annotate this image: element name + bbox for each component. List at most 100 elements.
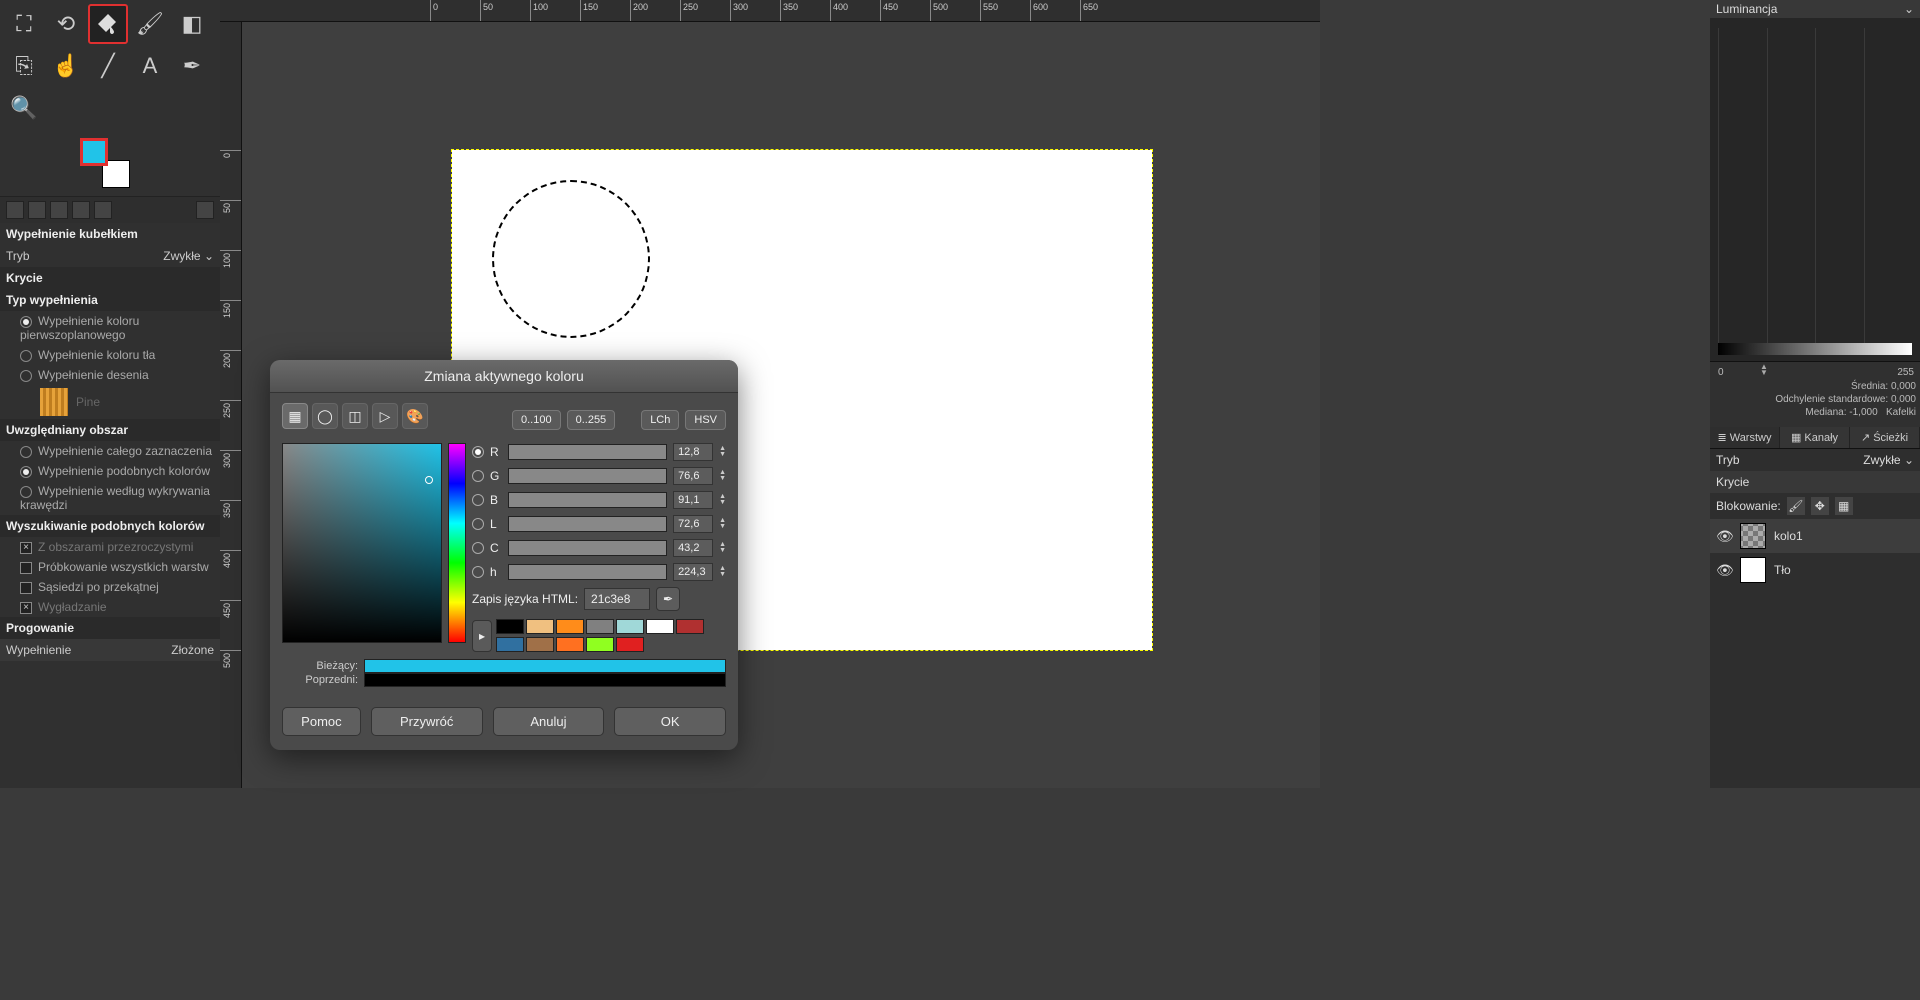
recent-color-swatch[interactable] [676,619,704,634]
spinner-L[interactable]: ▲▼ [719,518,726,530]
area-detected-radio[interactable]: Wypełnienie według wykrywania krawędzi [0,481,220,515]
layer-opacity-row[interactable]: Krycie [1710,471,1920,493]
recent-color-swatch[interactable] [556,637,584,652]
crop-tool[interactable]: ⛶ [4,4,44,44]
tab-cmyk[interactable]: ◯ [312,403,338,429]
slider-G[interactable] [508,468,667,484]
tab-undo[interactable] [50,201,68,219]
tab-wheel[interactable]: ▷ [372,403,398,429]
layer-item[interactable]: 👁 kolo1 [1710,519,1920,553]
slider-L[interactable] [508,516,667,532]
recent-color-swatch[interactable] [646,619,674,634]
spinner-R[interactable]: ▲▼ [719,446,726,458]
value-C[interactable]: 43,2 [673,539,713,557]
fill-pattern-radio[interactable]: Wypełnienie desenia [0,365,220,385]
recent-color-swatch[interactable] [616,637,644,652]
layer-item[interactable]: 👁 Tło [1710,553,1920,587]
cancel-button[interactable]: Anuluj [493,707,605,736]
value-L[interactable]: 72,6 [673,515,713,533]
previous-color[interactable] [364,673,726,687]
lock-position-icon[interactable]: ✥ [1811,497,1829,515]
tab-menu[interactable] [196,201,214,219]
value-B[interactable]: 91,1 [673,491,713,509]
range-0-255-button[interactable]: 0..255 [567,410,616,430]
radio-h[interactable] [472,566,484,578]
lock-alpha-icon[interactable]: ▦ [1835,497,1853,515]
spinner-C[interactable]: ▲▼ [719,542,726,554]
tab-palette[interactable]: 🎨 [402,403,428,429]
mode-row[interactable]: Tryb Zwykłe ⌄ [0,245,220,267]
tab-channels[interactable]: ▦Kanały [1780,427,1850,448]
path-tool[interactable]: ╱ [88,46,128,86]
spinner-G[interactable]: ▲▼ [719,470,726,482]
radio-B[interactable] [472,494,484,506]
area-similar-radio[interactable]: Wypełnienie podobnych kolorów [0,461,220,481]
recent-color-swatch[interactable] [496,619,524,634]
recent-color-swatch[interactable] [586,619,614,634]
recent-color-swatch[interactable] [526,637,554,652]
layer-name[interactable]: kolo1 [1774,529,1803,543]
smudge-tool[interactable]: ☝ [46,46,86,86]
sv-picker[interactable] [282,443,442,643]
recent-color-swatch[interactable] [526,619,554,634]
tab-gimp-picker[interactable]: ▦ [282,403,308,429]
range-0-100-button[interactable]: 0..100 [512,410,561,430]
reset-button[interactable]: Przywróć [371,707,483,736]
histogram-channel-select[interactable]: Luminancja⌄ [1710,0,1920,18]
threshold-label[interactable]: Progowanie [0,617,220,639]
fill-bg-radio[interactable]: Wypełnienie koloru tła [0,345,220,365]
color-picker-tool[interactable]: ✒ [172,46,212,86]
tab-layers[interactable]: ≣Warstwy [1710,427,1780,448]
check-sample[interactable]: Próbkowanie wszystkich warstw [0,557,220,577]
area-whole-radio[interactable]: Wypełnienie całego zaznaczenia [0,441,220,461]
recent-color-swatch[interactable] [556,619,584,634]
help-button[interactable]: Pomoc [282,707,361,736]
tab-watercolor[interactable]: ◫ [342,403,368,429]
zoom-tool[interactable]: 🔍 [4,88,44,128]
spinner-B[interactable]: ▲▼ [719,494,726,506]
radio-C[interactable] [472,542,484,554]
slider-R[interactable] [508,444,667,460]
fill-by-row[interactable]: Wypełnienie Złożone [0,639,220,661]
radio-L[interactable] [472,518,484,530]
fill-fg-radio[interactable]: Wypełnienie koloru pierwszoplanowego [0,311,220,345]
pattern-thumb[interactable] [40,388,68,416]
tab-device[interactable] [28,201,46,219]
current-color[interactable] [364,659,726,673]
clone-tool[interactable]: ⎘ [4,46,44,86]
check-transparent[interactable]: Z obszarami przezroczystymi [0,537,220,557]
lch-button[interactable]: LCh [641,410,679,430]
eyedropper-icon[interactable]: ✒ [656,587,680,611]
lock-pixels-icon[interactable]: 🖌 [1787,497,1805,515]
tab-foo[interactable] [94,201,112,219]
paintbrush-tool[interactable]: 🖌 [130,4,170,44]
eye-icon[interactable]: 👁 [1716,528,1732,545]
ok-button[interactable]: OK [614,707,726,736]
bucket-fill-tool[interactable] [88,4,128,44]
check-antialias[interactable]: Wygładzanie [0,597,220,617]
slider-C[interactable] [508,540,667,556]
layer-mode-row[interactable]: Tryb Zwykłe ⌄ [1710,449,1920,471]
value-R[interactable]: 12,8 [673,443,713,461]
layer-name[interactable]: Tło [1774,563,1791,577]
value-G[interactable]: 76,6 [673,467,713,485]
histogram-range-slider[interactable] [1718,343,1912,355]
slider-B[interactable] [508,492,667,508]
check-diagonal[interactable]: Sąsiedzi po przekątnej [0,577,220,597]
tab-tool-options[interactable] [6,201,24,219]
hsv-button[interactable]: HSV [685,410,726,430]
tab-image[interactable] [72,201,90,219]
spinner-h[interactable]: ▲▼ [719,566,726,578]
html-notation-input[interactable] [584,588,650,610]
eraser-tool[interactable]: ◧ [172,4,212,44]
recent-color-swatch[interactable] [496,637,524,652]
opacity-label[interactable]: Krycie [0,267,220,289]
text-tool[interactable]: A [130,46,170,86]
transform-tool[interactable]: ⟲ [46,4,86,44]
value-h[interactable]: 224,3 [673,563,713,581]
tab-paths[interactable]: ↗Ścieżki [1850,427,1920,448]
histogram-spinner[interactable]: ▲▼ [1760,364,1768,376]
radio-G[interactable] [472,470,484,482]
hue-bar[interactable] [448,443,466,643]
recent-color-swatch[interactable] [586,637,614,652]
